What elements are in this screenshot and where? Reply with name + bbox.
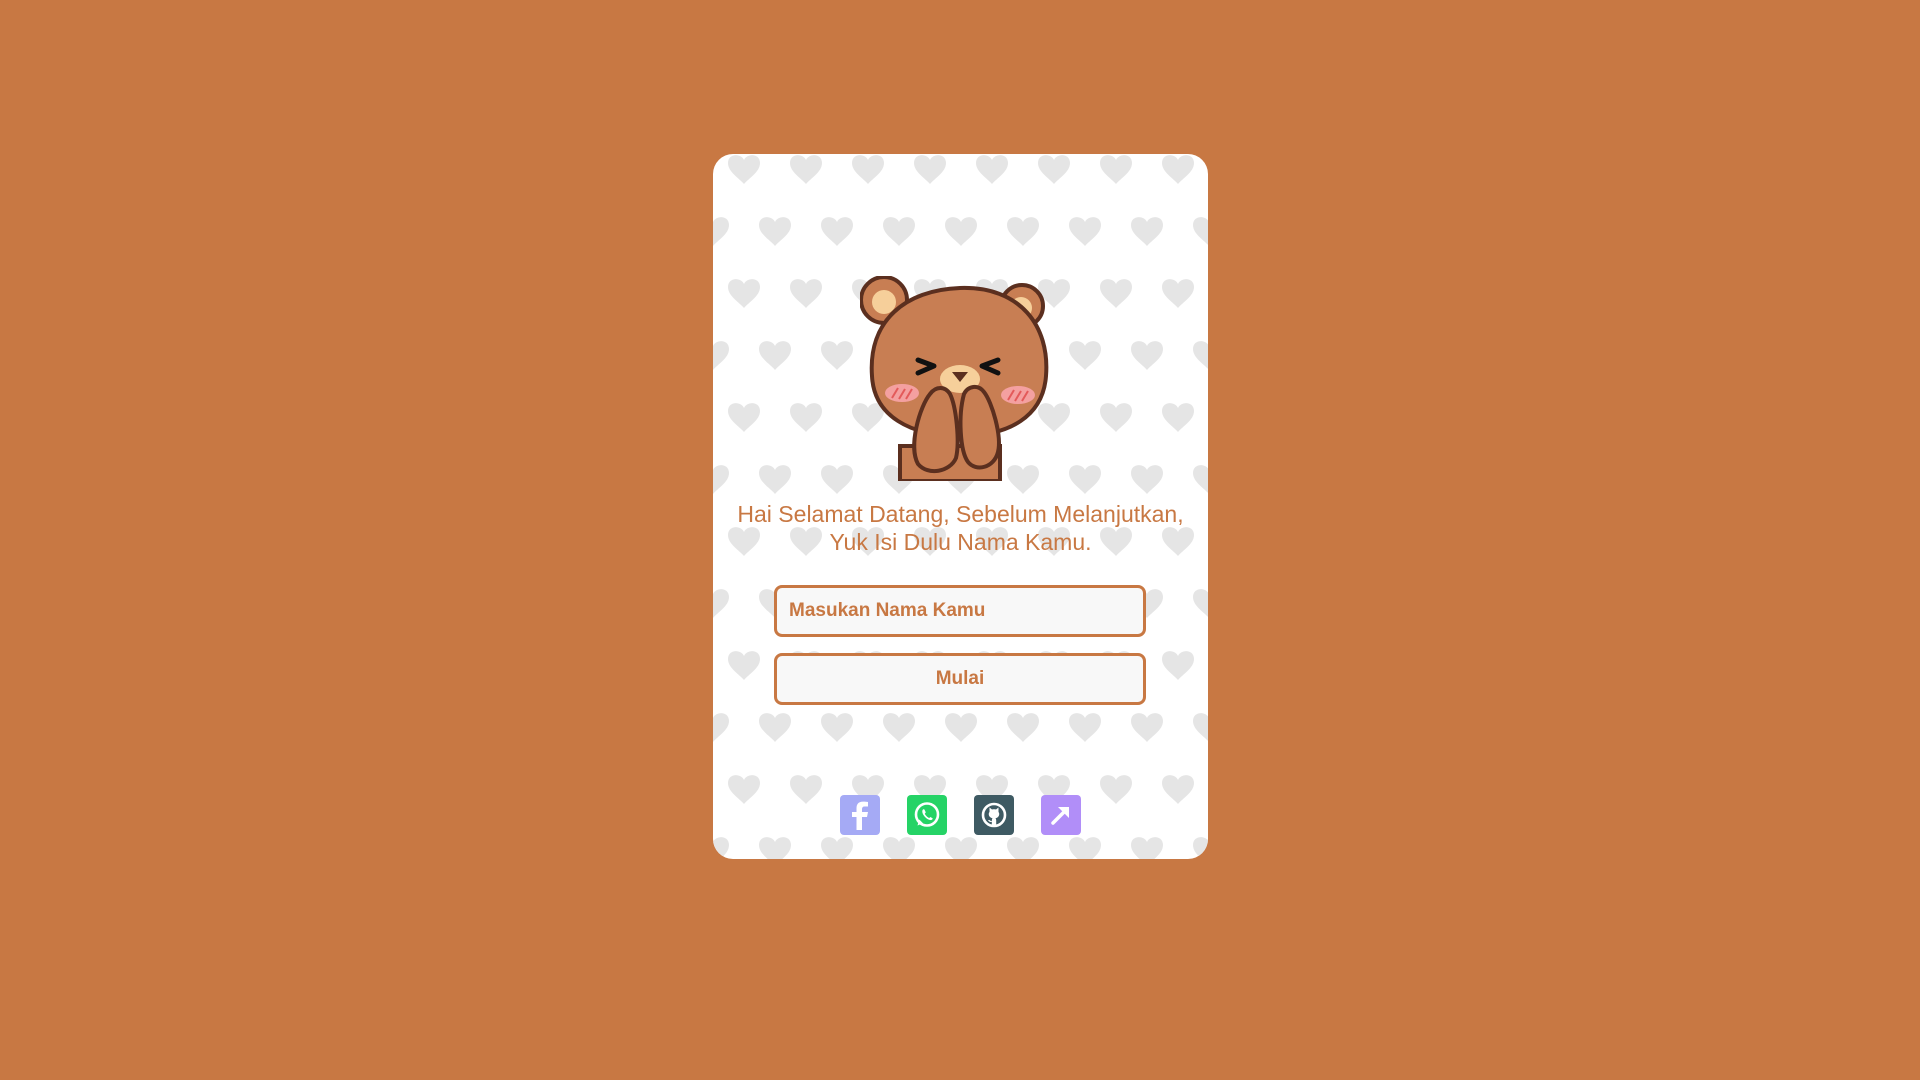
facebook-icon[interactable]: [840, 795, 880, 835]
github-icon[interactable]: [974, 795, 1014, 835]
bear-covering-mouth-icon: [860, 276, 1049, 481]
whatsapp-icon[interactable]: [907, 795, 947, 835]
start-button[interactable]: Mulai: [774, 653, 1146, 705]
greeting-text: Hai Selamat Datang, Sebelum Melanjutkan,…: [737, 501, 1184, 555]
welcome-card: Hai Selamat Datang, Sebelum Melanjutkan,…: [713, 154, 1208, 859]
external-link-icon[interactable]: [1041, 795, 1081, 835]
name-input[interactable]: [774, 585, 1146, 637]
social-links: [713, 795, 1208, 835]
